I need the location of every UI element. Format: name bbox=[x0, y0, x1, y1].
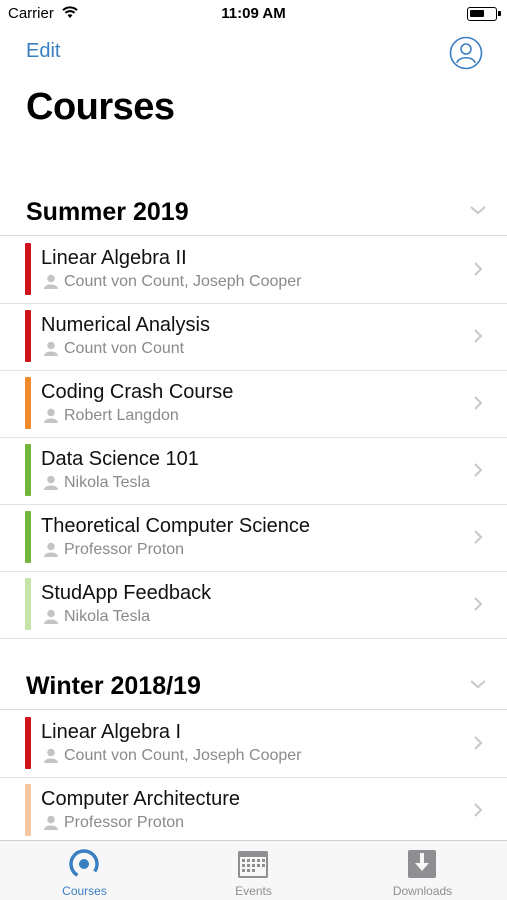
course-name: StudApp Feedback bbox=[41, 582, 212, 604]
section-title: Winter 2018/19 bbox=[26, 672, 201, 700]
tab-bar: Courses Events Downloads bbox=[0, 840, 507, 900]
chevron-right-icon bbox=[474, 329, 483, 343]
tab-courses[interactable]: Courses bbox=[0, 841, 169, 900]
course-lecturer: Nikola Tesla bbox=[64, 608, 150, 625]
calendar-icon bbox=[238, 851, 268, 878]
course-row[interactable]: Data Science 101 Nikola Tesla bbox=[0, 438, 507, 505]
section-header[interactable]: Summer 2019 bbox=[0, 186, 507, 236]
course-name: Coding Crash Course bbox=[41, 381, 234, 403]
courses-icon bbox=[69, 849, 99, 879]
course-lecturer: Professor Proton bbox=[64, 814, 185, 831]
course-row[interactable]: Linear Algebra II Count von Count, Joseph… bbox=[0, 237, 507, 304]
tab-events[interactable]: Events bbox=[169, 841, 338, 900]
course-color-bar bbox=[25, 784, 31, 836]
course-color-bar bbox=[25, 717, 31, 769]
course-lecturer: Professor Proton bbox=[64, 541, 185, 558]
course-lecturer: Count von Count bbox=[64, 340, 185, 357]
course-color-bar bbox=[25, 243, 31, 295]
course-name: Data Science 101 bbox=[41, 448, 199, 470]
course-lecturer: Nikola Tesla bbox=[64, 474, 150, 491]
course-color-bar bbox=[25, 578, 31, 630]
course-name: Computer Architecture bbox=[41, 788, 240, 810]
section-title: Summer 2019 bbox=[26, 198, 189, 226]
course-row[interactable]: Coding Crash Course Robert Langdon bbox=[0, 371, 507, 438]
tab-downloads[interactable]: Downloads bbox=[338, 841, 507, 900]
course-row[interactable]: Numerical Analysis Count von Count bbox=[0, 304, 507, 371]
course-name: Theoretical Computer Science bbox=[41, 515, 311, 537]
course-name: Linear Algebra II bbox=[41, 247, 187, 269]
download-icon bbox=[408, 850, 436, 878]
person-icon bbox=[44, 748, 58, 763]
course-lecturer: Robert Langdon bbox=[64, 407, 179, 424]
tab-label-events: Events bbox=[235, 884, 272, 898]
person-icon bbox=[44, 408, 58, 423]
course-color-bar bbox=[25, 444, 31, 496]
chevron-down-icon[interactable] bbox=[469, 204, 487, 216]
course-color-bar bbox=[25, 310, 31, 362]
course-name: Numerical Analysis bbox=[41, 314, 210, 336]
chevron-right-icon bbox=[474, 530, 483, 544]
person-icon bbox=[44, 815, 58, 830]
page-title: Courses bbox=[26, 86, 175, 128]
chevron-right-icon bbox=[474, 597, 483, 611]
tab-label-downloads: Downloads bbox=[392, 884, 453, 898]
person-icon bbox=[44, 609, 58, 624]
person-icon bbox=[44, 341, 58, 356]
status-time: 11:09 AM bbox=[221, 5, 286, 22]
battery-icon bbox=[467, 7, 501, 21]
edit-button[interactable]: Edit bbox=[26, 40, 60, 63]
course-name: Linear Algebra I bbox=[41, 721, 182, 743]
course-lecturer: Count von Count, Joseph Cooper bbox=[64, 273, 302, 290]
course-row[interactable]: Linear Algebra I Count von Count, Joseph … bbox=[0, 711, 507, 778]
course-row[interactable]: StudApp Feedback Nikola Tesla bbox=[0, 572, 507, 639]
profile-icon[interactable] bbox=[449, 36, 483, 70]
section-header[interactable]: Winter 2018/19 bbox=[0, 660, 507, 710]
tab-label-courses: Courses bbox=[62, 884, 107, 898]
course-row[interactable]: Computer Architecture Professor Proton bbox=[0, 778, 507, 845]
course-lecturer: Count von Count, Joseph Cooper bbox=[64, 747, 302, 764]
person-icon bbox=[44, 274, 58, 289]
chevron-right-icon bbox=[474, 262, 483, 276]
chevron-right-icon bbox=[474, 396, 483, 410]
course-color-bar bbox=[25, 377, 31, 429]
course-color-bar bbox=[25, 511, 31, 563]
chevron-down-icon[interactable] bbox=[469, 678, 487, 690]
person-icon bbox=[44, 475, 58, 490]
course-row[interactable]: Theoretical Computer Science Professor Pr… bbox=[0, 505, 507, 572]
status-bar: Carrier 11:09 AM bbox=[0, 0, 507, 30]
chevron-right-icon bbox=[474, 463, 483, 477]
chevron-right-icon bbox=[474, 803, 483, 817]
person-icon bbox=[44, 542, 58, 557]
chevron-right-icon bbox=[474, 736, 483, 750]
nav-bar: Edit bbox=[0, 32, 507, 76]
